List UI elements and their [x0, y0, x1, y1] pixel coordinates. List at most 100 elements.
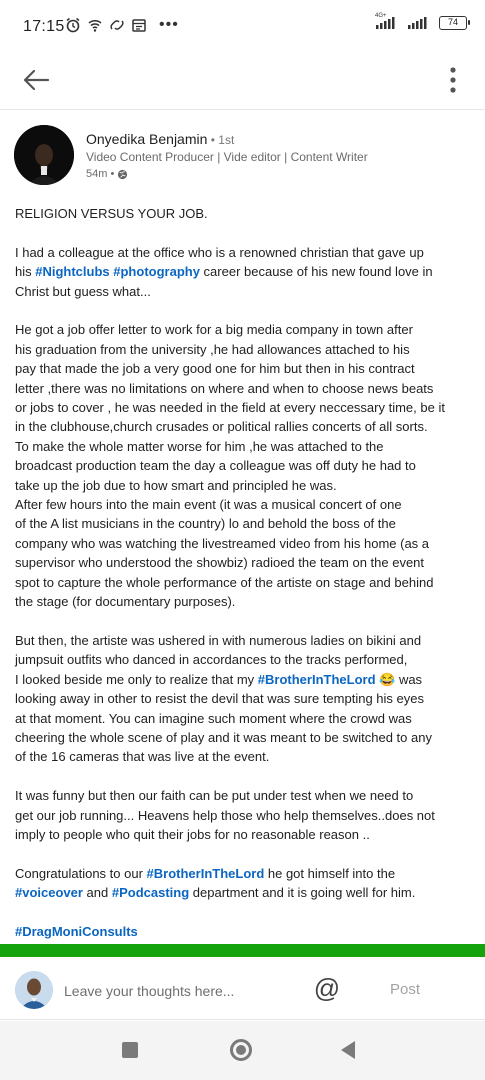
home-button[interactable]	[230, 1039, 252, 1061]
app-header	[0, 52, 485, 110]
post-text: supervisor who understood the showbiz) r…	[15, 555, 425, 571]
post-text: letter ,there was no limitations on wher…	[15, 380, 434, 396]
post-text: 😂 was	[375, 671, 423, 687]
post-text: I looked beside me only to realize that …	[15, 671, 258, 687]
post-text: career because of his new found love in	[199, 264, 433, 280]
hashtag-link[interactable]: #voiceover	[15, 885, 83, 900]
post-text: and	[82, 885, 112, 901]
post-text: looking away in other to resist the devi…	[15, 691, 424, 707]
post-text: at that moment. You can imagine such mom…	[15, 710, 412, 726]
hashtag-link[interactable]: #DragMoniConsults	[15, 924, 138, 939]
post-line: imply to people who quit their jobs for …	[15, 825, 475, 844]
post-line: broadcast production team the day a coll…	[15, 456, 475, 475]
connection-degree: • 1st	[207, 133, 235, 147]
hashtag-link[interactable]: #Podcasting	[112, 885, 189, 900]
post-line: his graduation from the university ,he h…	[15, 340, 475, 359]
status-time: 17:15	[23, 18, 65, 35]
post-text: I had a colleague at the office who is a…	[15, 244, 424, 260]
post-line: It was funny but then our faith can be p…	[15, 786, 475, 805]
post-line: RELIGION VERSUS YOUR JOB.	[15, 204, 475, 223]
author-avatar[interactable]	[14, 125, 74, 185]
post-text: of the 16 cameras that was live at the e…	[15, 749, 270, 765]
post-paragraph: RELIGION VERSUS YOUR JOB.	[15, 204, 475, 223]
at-sign-icon: @	[313, 973, 341, 1003]
post-line: get our job running... Heavens help thos…	[15, 806, 475, 825]
post-text: RELIGION VERSUS YOUR JOB.	[15, 206, 208, 221]
status-notification-icons: •••	[64, 17, 179, 33]
post-text: cheering the whole scene of play and it …	[15, 729, 432, 745]
post-time: 54m •	[86, 168, 115, 180]
hashtag-link[interactable]: #BrotherInTheLord	[258, 672, 376, 687]
post-text: his graduation from the university ,he h…	[15, 341, 410, 357]
post-text: company who was watching the livestreame…	[15, 535, 430, 551]
post-author[interactable]: Onyedika Benjamin • 1st Video Content Pr…	[14, 125, 474, 187]
post-paragraph: But then, the artiste was ushered in wit…	[15, 631, 475, 767]
post-text: After few hours into the main event (it …	[15, 497, 402, 513]
post-line: company who was watching the livestreame…	[15, 534, 475, 553]
author-name[interactable]: Onyedika Benjamin	[86, 131, 207, 147]
status-system-icons: 4G+ 74	[373, 13, 470, 30]
hashtag-link[interactable]: #photography	[113, 264, 200, 279]
more-options-button[interactable]	[439, 62, 467, 98]
post-text: Christ but guess what...	[15, 283, 151, 299]
post-text: in the clubhouse,church crusades or poli…	[15, 419, 428, 435]
post-text: But then, the artiste was ushered in wit…	[15, 632, 422, 648]
post-meta: 54m •	[86, 168, 128, 180]
post-text: broadcast production team the day a coll…	[15, 458, 416, 474]
author-headline: Video Content Producer | Vide editor | C…	[86, 150, 368, 164]
post-line: of the 16 cameras that was live at the e…	[15, 747, 475, 766]
arrow-left-icon	[23, 69, 50, 91]
post-paragraph: He got a job offer letter to work for a …	[15, 320, 475, 611]
battery-icon: 74	[439, 16, 470, 30]
post-line: #voiceover and #Podcasting department an…	[15, 883, 475, 902]
post-line: To make the whole matter worse for him ,…	[15, 437, 475, 456]
post-text: the stage (for documentary purposes).	[15, 594, 236, 610]
system-back-button[interactable]	[341, 1041, 355, 1059]
post-text: of the A list musicians in the country) …	[15, 516, 396, 532]
post-text: department and it is going well for him.	[189, 885, 416, 901]
post-line: the stage (for documentary purposes).	[15, 592, 475, 611]
user-avatar[interactable]	[15, 971, 53, 1009]
post-text: take up the job due to how smart and pri…	[15, 477, 337, 493]
post-line: his #Nightclubs #photography career beca…	[15, 262, 475, 281]
post-line: looking away in other to resist the devi…	[15, 689, 475, 708]
post-paragraph: I had a colleague at the office who is a…	[15, 243, 475, 301]
hashtag-link[interactable]: #Nightclubs	[35, 264, 109, 279]
post-text: pay that made the job a very good one fo…	[15, 361, 415, 377]
wifi-call-icon	[87, 17, 103, 33]
comment-bar: @ Post	[0, 957, 485, 1020]
post-line: or jobs to cover , he was needed in the …	[15, 398, 475, 417]
post-line: He got a job offer letter to work for a …	[15, 320, 475, 339]
post-text: his	[15, 264, 36, 280]
back-button[interactable]	[18, 62, 54, 98]
post-line: supervisor who understood the showbiz) r…	[15, 553, 475, 572]
post-text: jumpsuit outfits who danced in accordanc…	[15, 652, 408, 668]
post-line: spot to capture the whole performance of…	[15, 573, 475, 592]
hashtag-link[interactable]: #BrotherInTheLord	[147, 866, 265, 881]
post-comment-button[interactable]: Post	[390, 981, 420, 998]
post-line: cheering the whole scene of play and it …	[15, 728, 475, 747]
more-notifications-icon: •••	[159, 16, 179, 33]
post-line: But then, the artiste was ushered in wit…	[15, 631, 475, 650]
alarm-icon	[65, 17, 81, 33]
post-line: at that moment. You can imagine such mom…	[15, 709, 475, 728]
post-text: He got a job offer letter to work for a …	[15, 322, 413, 338]
post-line: take up the job due to how smart and pri…	[15, 476, 475, 495]
post-line: in the clubhouse,church crusades or poli…	[15, 417, 475, 436]
author-name-row: Onyedika Benjamin • 1st	[86, 131, 234, 147]
mention-button[interactable]: @	[313, 975, 341, 1003]
signal-4g-icon: 4G+	[373, 13, 395, 30]
post-text: imply to people who quit their jobs for …	[15, 826, 370, 842]
comment-input[interactable]	[64, 979, 284, 1003]
post-line: pay that made the job a very good one fo…	[15, 359, 475, 378]
post-line: of the A list musicians in the country) …	[15, 514, 475, 533]
recents-button[interactable]	[122, 1042, 138, 1058]
post-line: jumpsuit outfits who danced in accordanc…	[15, 650, 475, 669]
post-paragraph: It was funny but then our faith can be p…	[15, 786, 475, 844]
post-line: Christ but guess what...	[15, 282, 475, 301]
post-text: spot to capture the whole performance of…	[15, 574, 434, 590]
post-paragraph: Congratulations to our #BrotherInTheLord…	[15, 864, 475, 903]
post-line: I looked beside me only to realize that …	[15, 670, 475, 689]
post-line: After few hours into the main event (it …	[15, 495, 475, 514]
status-bar: 17:15 ••• 4G+ 74	[0, 0, 485, 52]
